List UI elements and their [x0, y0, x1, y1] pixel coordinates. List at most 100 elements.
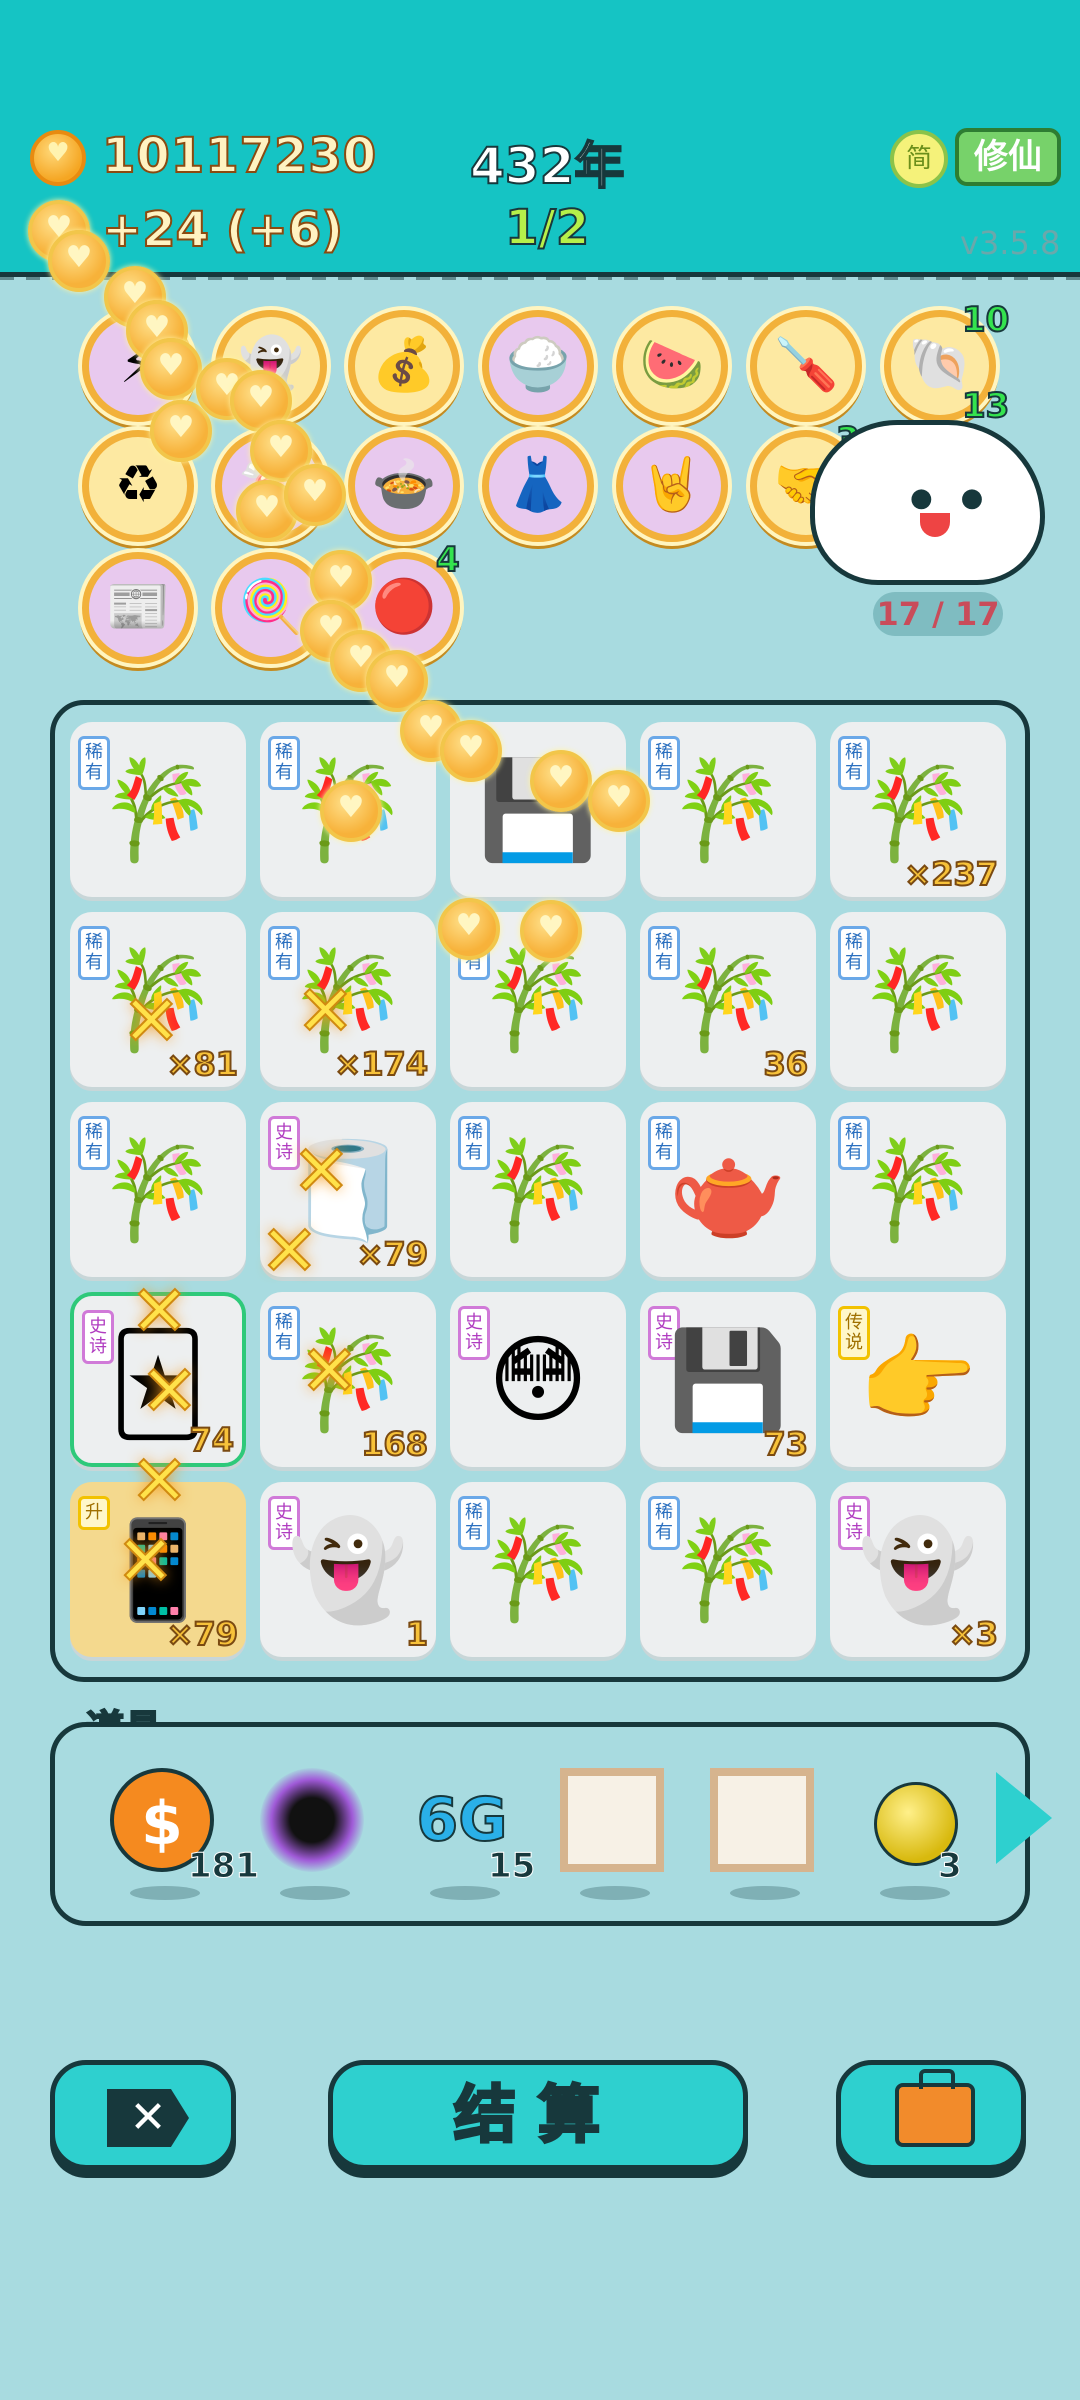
prop-quantity: 15 — [487, 1846, 536, 1887]
slot-count: ×3 — [948, 1614, 999, 1654]
bamboo-icon: 🎋 — [668, 1514, 788, 1626]
bamboo-icon: 🎋 — [478, 1514, 598, 1626]
slot-count: 1 — [405, 1614, 429, 1654]
slot-cell[interactable]: 史诗 💾 73 — [640, 1292, 816, 1467]
bamboo-bubble-icon: 🎋 — [98, 1134, 218, 1246]
slot-count: ×79 — [356, 1234, 429, 1274]
coin-effect-icon — [530, 750, 592, 812]
screwdriver-icon[interactable]: 🪛 — [750, 310, 862, 422]
coin-effect-icon — [140, 338, 202, 400]
prop-shadow — [580, 1886, 650, 1900]
prop-item[interactable]: 6G 15 — [410, 1768, 536, 1900]
slot-cell[interactable]: 稀有🎋 — [640, 722, 816, 897]
header-divider — [0, 276, 1080, 280]
exit-button[interactable]: ✕ — [50, 2060, 236, 2170]
spark-effect-icon: ✕ — [129, 1439, 190, 1523]
slot-cell[interactable]: 稀有 🫖 — [640, 1102, 816, 1277]
coin-icon — [30, 130, 86, 186]
coin-effect-icon — [48, 230, 110, 292]
bamboo-icon: 🎋 — [858, 754, 978, 866]
coin-effect-icon — [588, 770, 650, 832]
settle-label: 结算 — [452, 2077, 622, 2153]
prop-item[interactable]: ● — [260, 1768, 370, 1900]
cloud-enemy[interactable]: ●● — [810, 420, 1045, 585]
slot-cell[interactable]: 稀有🎋 — [70, 1102, 246, 1277]
mode-button[interactable]: 修仙 — [955, 128, 1061, 186]
slot-count: ×79 — [166, 1614, 239, 1654]
coin-effect-icon — [440, 720, 502, 782]
slot-count: 168 — [360, 1424, 429, 1464]
prop-shadow — [280, 1886, 350, 1900]
spark-effect-icon: ✕ — [295, 969, 356, 1053]
slot-count: ×237 — [903, 854, 999, 894]
settle-button[interactable]: 结算 — [328, 2060, 748, 2170]
language-toggle-button[interactable]: 简 — [890, 130, 948, 188]
prop-shadow — [730, 1886, 800, 1900]
slot-cell[interactable]: 稀有🎋 — [830, 1102, 1006, 1277]
relic-badge: 10 — [961, 299, 1010, 341]
prop-quantity: 181 — [188, 1846, 260, 1887]
wave-counter: 1/2 — [504, 199, 590, 257]
slot-cell[interactable]: 史诗 👻 1 — [260, 1482, 436, 1657]
relic-badge: 13 — [961, 385, 1010, 427]
bamboo-icon: 🎋 — [478, 1134, 598, 1246]
spark-effect-icon: ✕ — [299, 1329, 360, 1413]
prop-shadow — [130, 1886, 200, 1900]
coin-rate: +24 (+6) — [101, 201, 344, 259]
bamboo-icon: 🎋 — [858, 944, 978, 1056]
coin-effect-icon — [284, 464, 346, 526]
slot-cell[interactable]: 稀有🎋 — [450, 1102, 626, 1277]
prop-shadow — [430, 1886, 500, 1900]
slot-cell[interactable]: 史诗 😳 — [450, 1292, 626, 1467]
slot-cell[interactable]: 史诗 👻 ×3 — [830, 1482, 1006, 1657]
rice-bowls-icon[interactable]: 🍚 — [482, 310, 594, 422]
slot-count: 36 — [762, 1044, 809, 1084]
bag-button[interactable] — [836, 2060, 1026, 2170]
slot-cell[interactable]: 稀有 🎋 36 — [640, 912, 816, 1087]
bamboo-icon: 🎋 — [98, 754, 218, 866]
spark-effect-icon: ✕ — [121, 979, 182, 1063]
blank-frame-icon: ▢ — [560, 1768, 664, 1872]
coin-total: 10117230 — [101, 127, 378, 185]
exit-icon: ✕ — [107, 2089, 189, 2147]
props-next-arrow-icon[interactable] — [996, 1772, 1052, 1864]
coin-effect-icon — [320, 780, 382, 842]
blank-frame-icon: ▢ — [710, 1768, 814, 1872]
pointing-hand-icon: 👉 — [858, 1324, 978, 1436]
gpu-icon: 💾 — [668, 1324, 788, 1436]
sack-icon[interactable]: 💰 — [348, 310, 460, 422]
cloud-mouth-icon — [920, 513, 950, 537]
time-magazine-icon[interactable]: 📰 — [82, 552, 194, 664]
relic-badge: 4 — [435, 539, 461, 581]
prop-shadow — [880, 1886, 950, 1900]
bamboo-icon: 🎋 — [668, 754, 788, 866]
slot-cell[interactable]: 稀有🎋 — [830, 912, 1006, 1087]
fruit-bowl-icon[interactable]: 🍉 — [616, 310, 728, 422]
briefcase-icon — [895, 2069, 975, 2147]
bamboo-icon: 🎋 — [858, 1134, 978, 1246]
slot-cell[interactable]: 稀有🎋 — [70, 722, 246, 897]
prop-item[interactable]: $181 — [110, 1768, 259, 1900]
slot-cell[interactable]: 稀有🎋 — [640, 1482, 816, 1657]
duck-pot-icon[interactable]: 🍲 — [348, 430, 460, 542]
rock-hand-icon[interactable]: 🤘 — [616, 430, 728, 542]
spark-effect-icon: ✕ — [139, 1349, 200, 1433]
skirt-icon[interactable]: 👗 — [482, 430, 594, 542]
spark-effect-icon: ✕ — [259, 1209, 320, 1293]
slot-cell[interactable]: 稀有🎋 — [450, 1482, 626, 1657]
cloud-eyes-icon: ●● — [910, 483, 1012, 513]
coin-effect-icon — [520, 900, 582, 962]
dead-ghost-icon: 👻 — [858, 1514, 978, 1626]
face-icon: 😳 — [487, 1324, 589, 1436]
prop-quantity: 3 — [938, 1846, 963, 1887]
slot-cell[interactable]: 传说 👉 — [830, 1292, 1006, 1467]
enemy-hp: 17 / 17 — [873, 592, 1003, 636]
prop-item[interactable]: ▢ — [710, 1768, 820, 1900]
prop-item[interactable]: ▢ — [560, 1768, 670, 1900]
spark-effect-icon: ✕ — [115, 1519, 176, 1603]
spark-effect-icon: ✕ — [291, 1129, 352, 1213]
slot-cell[interactable]: 稀有 🎋 ×237 — [830, 722, 1006, 897]
prop-item[interactable]: ●3 — [860, 1768, 970, 1900]
dead-ghost-icon: 👻 — [288, 1514, 408, 1626]
black-hole-icon: ● — [260, 1768, 364, 1872]
